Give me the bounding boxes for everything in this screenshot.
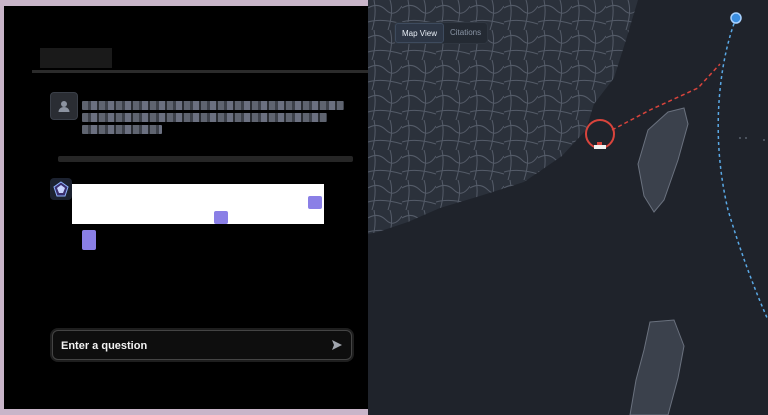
taiwan-island	[637, 107, 689, 213]
tab-citations[interactable]: Citations	[444, 23, 487, 43]
assistant-logo-icon	[53, 181, 69, 197]
user-message-line	[82, 101, 344, 110]
assistant-message	[72, 184, 324, 224]
map-panel[interactable]: Map View Citations	[368, 0, 768, 415]
route-dashed-blue	[717, 17, 768, 321]
send-icon[interactable]	[331, 339, 343, 351]
islet	[739, 137, 765, 141]
tab-map-view[interactable]: Map View	[395, 23, 444, 43]
citation-chip[interactable]	[82, 230, 96, 250]
message-divider	[58, 156, 353, 162]
citation-chip[interactable]	[308, 196, 322, 209]
assistant-avatar	[50, 178, 72, 200]
app-frame: Map View Citations	[0, 0, 768, 415]
citation-chip[interactable]	[214, 211, 228, 224]
chat-panel	[4, 6, 368, 409]
user-icon	[58, 101, 70, 112]
ship-icon[interactable]	[594, 142, 606, 149]
user-message-line	[82, 113, 327, 122]
map-tabs: Map View Citations	[394, 22, 489, 44]
location-marker[interactable]	[730, 12, 742, 24]
chat-heading	[40, 48, 112, 68]
user-message	[82, 98, 344, 137]
question-input-box[interactable]	[52, 330, 352, 360]
user-avatar	[50, 92, 78, 120]
chat-divider	[32, 70, 368, 73]
map-canvas[interactable]	[368, 0, 768, 415]
user-message-line	[82, 125, 162, 134]
luzon-island	[629, 319, 685, 415]
question-input[interactable]	[61, 336, 321, 356]
